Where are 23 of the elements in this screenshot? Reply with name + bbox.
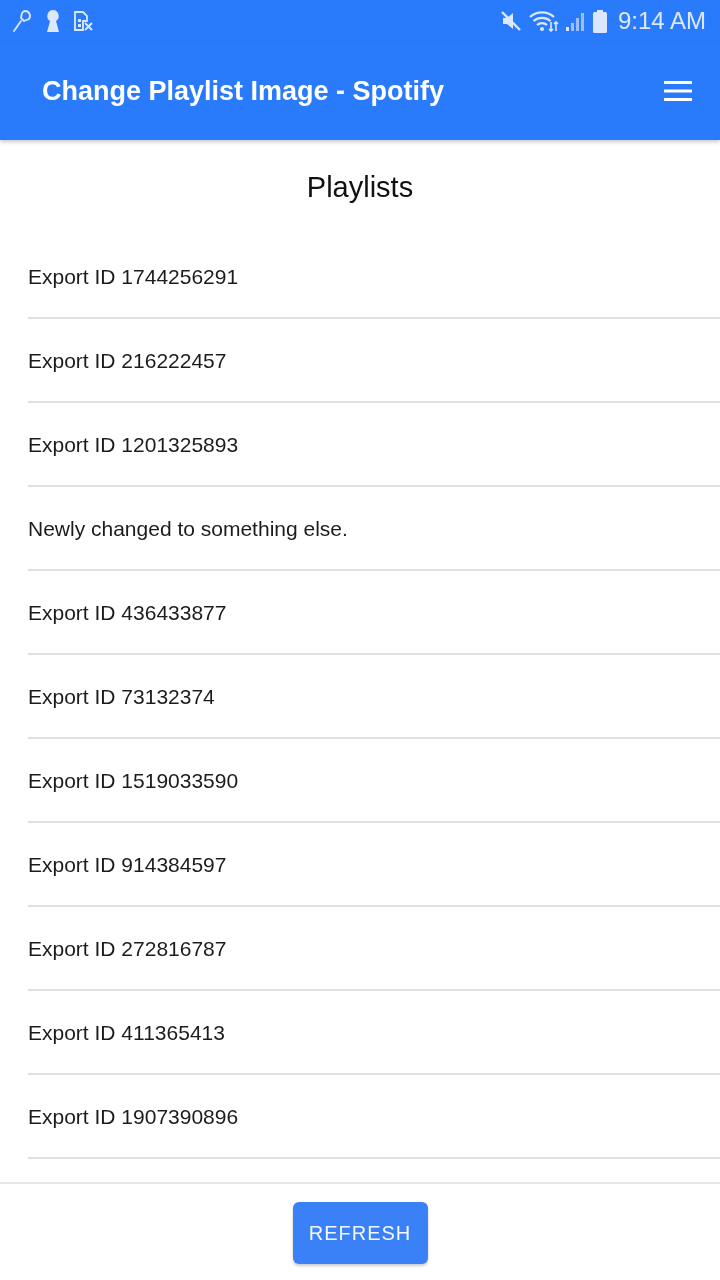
playlist-item[interactable]: Export ID 1519033590 bbox=[28, 739, 720, 823]
refresh-button[interactable]: REFRESH bbox=[292, 1202, 428, 1264]
playlist-item[interactable]: Export ID 411365413 bbox=[28, 991, 720, 1075]
menu-icon[interactable] bbox=[664, 81, 692, 101]
clock-time: 9:14 AM bbox=[617, 7, 706, 35]
keyhole-icon bbox=[46, 10, 60, 32]
wifi-icon bbox=[528, 10, 559, 32]
playlist-item[interactable]: Export ID 272816787 bbox=[28, 907, 720, 991]
pin-icon bbox=[12, 9, 32, 33]
signal-icon bbox=[565, 11, 586, 31]
app-title: Change Playlist Image - Spotify bbox=[42, 75, 445, 107]
page-heading: Playlists bbox=[306, 171, 414, 204]
battery-icon bbox=[592, 9, 607, 33]
playlist-item[interactable]: Export ID 1907390896 bbox=[28, 1075, 720, 1159]
mute-icon bbox=[499, 10, 522, 32]
playlist-item[interactable]: Export ID 1744256291 bbox=[28, 235, 720, 319]
playlist-item[interactable]: Export ID 1201325893 bbox=[28, 403, 720, 487]
playlist-item[interactable]: Export ID 914384597 bbox=[28, 823, 720, 907]
sim-card-icon bbox=[74, 11, 93, 31]
playlist-item[interactable]: Export ID 436433877 bbox=[28, 571, 720, 655]
playlist-item[interactable]: Export ID 73132374 bbox=[28, 655, 720, 739]
playlist-item[interactable]: Newly changed to something else. bbox=[28, 487, 720, 571]
playlist-item[interactable]: Export ID 216222457 bbox=[28, 319, 720, 403]
